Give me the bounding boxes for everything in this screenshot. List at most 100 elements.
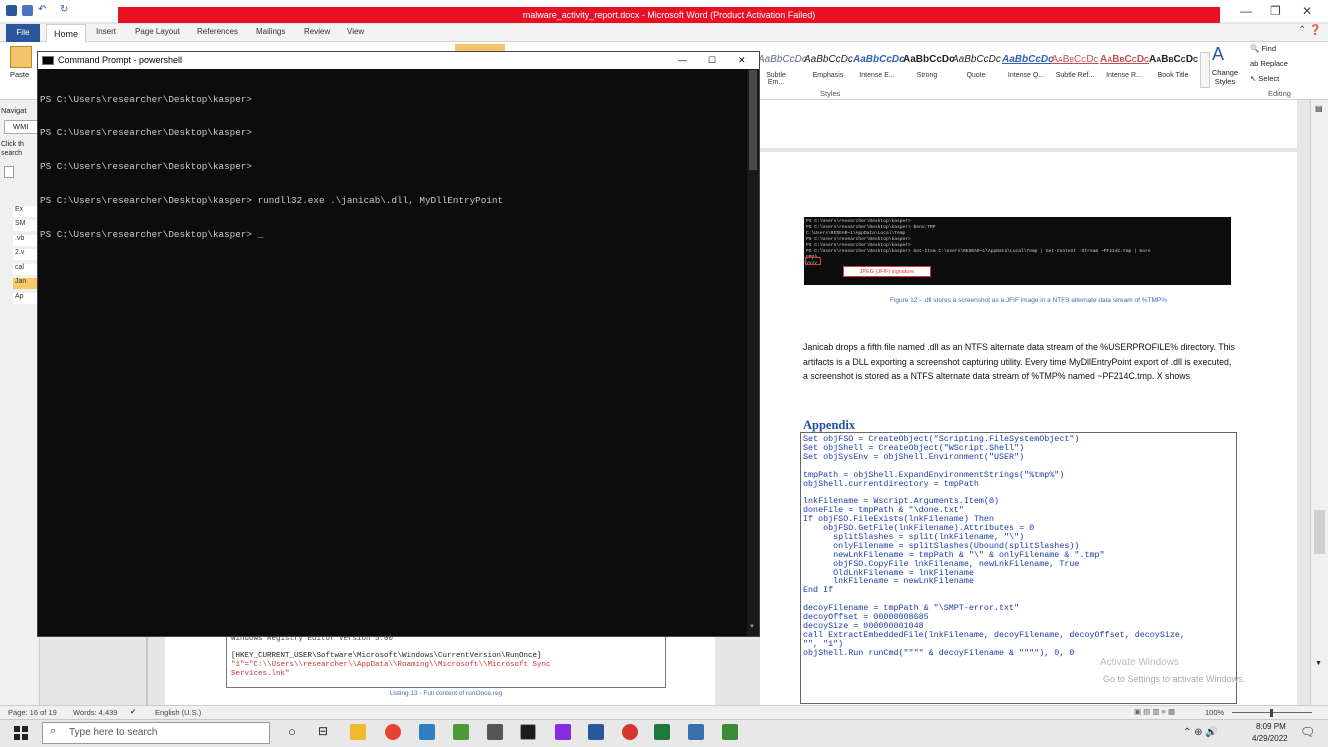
cmd-scroll-thumb[interactable]	[749, 70, 757, 170]
code-line: objShell.currentdirectory = tmpPath	[803, 478, 979, 489]
cmd-maximize-icon[interactable]: ☐	[708, 52, 716, 69]
replace-button[interactable]: ab Replace	[1250, 59, 1288, 68]
appendix-heading: Appendix	[803, 418, 856, 432]
style-subtle-ref-preview[interactable]: AaBbCcDc	[1051, 54, 1099, 65]
style-intense-quote-preview[interactable]: AaBbCcDc	[1002, 54, 1054, 65]
cmd-scroll-down-icon[interactable]: ▼	[749, 624, 755, 630]
style-subtle-emphasis-preview[interactable]: AaBbCcDc	[758, 54, 807, 65]
nav-item-cal[interactable]: cal	[13, 264, 40, 275]
nav-hint: Click th search	[1, 141, 24, 157]
style-quote-preview[interactable]: AaBbCcDc	[952, 54, 1001, 65]
nav-item-jan[interactable]: Jan	[13, 278, 40, 289]
clock-date[interactable]: 4/29/2022	[1252, 734, 1288, 743]
cmd-line: PS C:\Users\researcher\Desktop\kasper> _	[40, 229, 264, 241]
word-count[interactable]: Words: 4,439	[73, 708, 117, 717]
clock-time[interactable]: 8:09 PM	[1256, 722, 1286, 731]
cmd-window[interactable]: Command Prompt - powershell — ☐ ✕ PS C:\…	[37, 51, 760, 637]
cmd-output[interactable]: PS C:\Users\researcher\Desktop\kasper> P…	[40, 71, 740, 263]
help-icon[interactable]: ⌃ ❓	[1298, 25, 1322, 36]
spellcheck-icon[interactable]: ✔	[130, 707, 136, 716]
style-emphasis-preview[interactable]: AaBbCcDc	[804, 54, 853, 65]
replace-label: Replace	[1260, 59, 1288, 68]
app-icon-7[interactable]	[688, 724, 704, 740]
jfif-signature-label: JPEG (JFIF) signature	[843, 266, 931, 277]
nav-item-vb[interactable]: .vb	[13, 235, 40, 246]
cmd-taskbar-icon[interactable]	[520, 724, 536, 740]
windows-start-icon[interactable]	[14, 726, 28, 740]
tab-page-layout[interactable]: Page Layout	[135, 27, 180, 36]
tab-insert[interactable]: Insert	[96, 27, 116, 36]
cmd-titlebar[interactable]: Command Prompt - powershell — ☐ ✕	[38, 52, 759, 69]
figure-12-caption: Figure 12 - .dll stores a screenshot as …	[889, 297, 1168, 304]
style-strong-name: Strong	[916, 72, 938, 79]
change-styles-label[interactable]: Change Styles	[1209, 68, 1241, 86]
style-strong-preview[interactable]: AaBbCcDc	[903, 54, 955, 65]
style-intense-ref-preview[interactable]: AaBbCcDc	[1100, 54, 1149, 65]
registry-listing: Windows Registry Editor Version 5.00 [HK…	[226, 630, 666, 688]
document-scrollbar[interactable]: ▤ ▼	[1310, 100, 1328, 705]
reg-line-3: [HKEY_CURRENT_USER\Software\Microsoft\Wi…	[231, 652, 542, 660]
code-line: End If	[803, 585, 834, 596]
language[interactable]: English (U.S.)	[155, 708, 201, 717]
view-buttons-icon[interactable]: ▣ ▤ ▥ ≡ ▦	[1134, 707, 1175, 716]
nav-item-ex[interactable]: Ex	[13, 206, 40, 217]
undo-icon[interactable]: ↶	[38, 4, 46, 15]
nav-pages-icon[interactable]	[4, 166, 14, 178]
file-explorer-icon[interactable]	[350, 724, 366, 740]
cmd-minimize-icon[interactable]: —	[678, 52, 687, 69]
style-quote-name: Quote	[966, 72, 986, 79]
cortana-icon[interactable]: ○	[288, 724, 296, 739]
scroll-down-icon[interactable]: ▼	[1315, 660, 1322, 667]
cmd-close-icon[interactable]: ✕	[738, 52, 746, 69]
style-intense-emphasis-preview[interactable]: AaBbCcDc	[853, 54, 905, 65]
cmd-line: PS C:\Users\researcher\Desktop\kasper>	[40, 93, 253, 105]
tab-review[interactable]: Review	[304, 27, 330, 36]
chrome-icon[interactable]	[385, 724, 401, 740]
style-subtle-ref-name: Subtle Ref...	[1055, 72, 1095, 79]
app-icon-6[interactable]	[654, 724, 670, 740]
reg-line-5: Services.lnk"	[231, 670, 290, 678]
find-button[interactable]: 🔍 Find	[1250, 44, 1276, 53]
close-icon[interactable]: ✕	[1302, 4, 1312, 18]
tab-view[interactable]: View	[347, 27, 364, 36]
page-count[interactable]: Page: 16 of 19	[8, 708, 57, 717]
zoom-level[interactable]: 100%	[1205, 708, 1224, 717]
tab-file[interactable]: File	[6, 24, 40, 42]
find-label: Find	[1261, 44, 1277, 53]
cmd-line: PS C:\Users\researcher\Desktop\kasper>	[40, 127, 253, 139]
redo-icon[interactable]: ↻	[60, 4, 68, 15]
app-icon-2[interactable]	[453, 724, 469, 740]
app-icon-4[interactable]	[555, 724, 571, 740]
app-icon-1[interactable]	[419, 724, 435, 740]
word-icon[interactable]	[6, 5, 17, 16]
style-book-title-preview[interactable]: AaBbCcDc	[1149, 54, 1198, 65]
nav-item-sm[interactable]: SM	[13, 220, 40, 231]
notifications-icon[interactable]: 🗨	[1300, 725, 1315, 739]
nav-search-input[interactable]: WMI	[4, 120, 38, 134]
app-icon-3[interactable]	[487, 724, 503, 740]
select-button[interactable]: ↖ Select	[1250, 74, 1279, 83]
nav-item-2v[interactable]: 2.v	[13, 249, 40, 260]
nav-item-ap[interactable]: Ap	[13, 293, 40, 304]
document-page-top	[760, 100, 1297, 148]
minimize-icon[interactable]: —	[1240, 4, 1252, 18]
tab-mailings[interactable]: Mailings	[256, 27, 285, 36]
word-taskbar-icon[interactable]	[588, 724, 604, 740]
code-line: Set objSysEnv = objShell.Environment("US…	[803, 451, 1025, 462]
save-icon[interactable]	[22, 5, 33, 16]
change-styles-icon[interactable]: A	[1212, 44, 1224, 65]
taskbar-search-input[interactable]: Type here to search	[42, 722, 270, 744]
navigation-pane: Navigat WMI Click th search Ex SM .vb 2.…	[0, 100, 140, 705]
system-tray-icon[interactable]: ⌃ ⊕ 🔊	[1183, 727, 1218, 738]
scrollbar-thumb[interactable]	[1314, 510, 1325, 554]
app-icon-5[interactable]	[622, 724, 638, 740]
task-view-icon[interactable]: ⊟	[318, 724, 328, 738]
app-icon-8[interactable]	[722, 724, 738, 740]
tab-references[interactable]: References	[197, 27, 238, 36]
tab-home[interactable]: Home	[46, 24, 86, 43]
paste-icon[interactable]	[10, 46, 32, 68]
ruler-toggle-icon[interactable]: ▤	[1315, 104, 1323, 113]
ribbon-tabs: File Home Insert Page Layout References …	[0, 24, 1328, 43]
restore-icon[interactable]: ❐	[1270, 4, 1281, 18]
zoom-slider-handle[interactable]	[1270, 709, 1273, 717]
